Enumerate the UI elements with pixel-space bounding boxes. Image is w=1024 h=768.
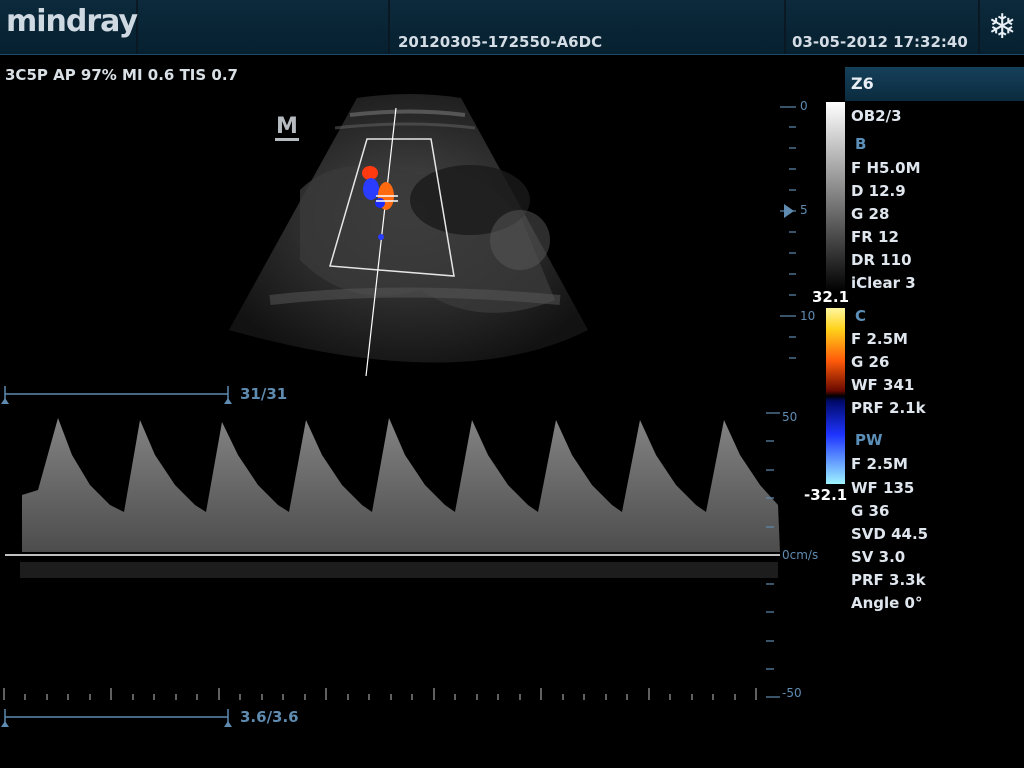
c-param-prf: PRF 2.1k — [851, 399, 926, 417]
b-mode-header: B — [855, 135, 867, 153]
pw-param-gain: G 36 — [851, 502, 890, 520]
pw-mode-header: PW — [855, 431, 883, 449]
b-param-frequency: F H5.0M — [851, 159, 921, 177]
velocity-zero-label: 0cm/s — [782, 548, 819, 562]
c-param-frequency: F 2.5M — [851, 330, 908, 348]
c-param-wall-filter: WF 341 — [851, 376, 915, 394]
probe-badge[interactable]: Z6 — [845, 67, 1024, 101]
time-scale — [3, 688, 757, 700]
doppler-time-counter: 3.6/3.6 — [240, 708, 299, 726]
pw-param-frequency: F 2.5M — [851, 455, 908, 473]
pw-param-angle: Angle 0° — [851, 594, 923, 612]
b-param-gain: G 28 — [851, 205, 890, 223]
c-param-gain: G 26 — [851, 353, 890, 371]
velocity-bottom-label: -50 — [782, 686, 802, 700]
b-param-depth: D 12.9 — [851, 182, 906, 200]
spectral-waveform — [22, 418, 780, 552]
b-param-framerate: FR 12 — [851, 228, 899, 246]
b-param-dynamic-range: DR 110 — [851, 251, 912, 269]
pw-param-prf: PRF 3.3k — [851, 571, 926, 589]
pw-param-sv: SV 3.0 — [851, 548, 906, 566]
pw-param-wall-filter: WF 135 — [851, 479, 915, 497]
color-mode-header: C — [855, 307, 867, 325]
doppler-time-slider[interactable] — [0, 707, 240, 729]
b-param-iclear: iClear 3 — [851, 274, 916, 292]
velocity-top-label: 50 — [782, 410, 798, 424]
pw-param-svd: SVD 44.5 — [851, 525, 929, 543]
preset-label: OB2/3 — [851, 107, 902, 125]
